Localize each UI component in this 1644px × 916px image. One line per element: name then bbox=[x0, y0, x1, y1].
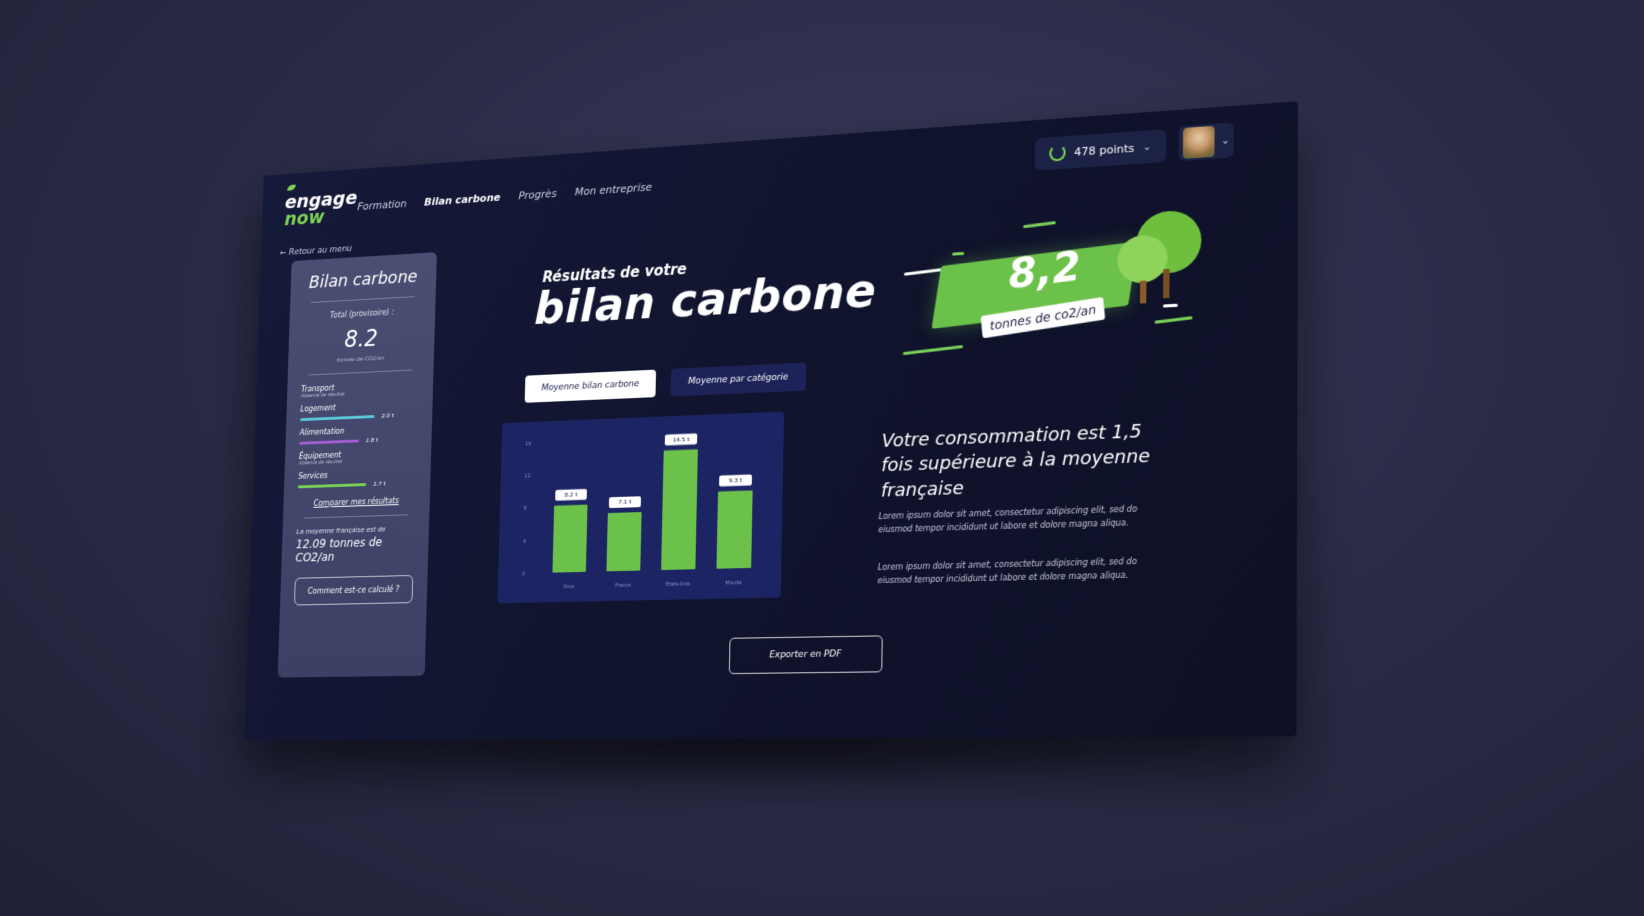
description-paragraph: Lorem ipsum dolor sit amet, consectetur … bbox=[877, 555, 1155, 588]
tree-trunk bbox=[1140, 281, 1146, 304]
total-label: Total (provisoire) : bbox=[303, 306, 421, 321]
category-value: 2.0 t bbox=[381, 412, 393, 419]
category-equipement: Équipement Absence de résultat bbox=[299, 448, 417, 467]
score-value: 8,2 bbox=[1007, 243, 1082, 299]
category-services: Services 1.7 t bbox=[298, 468, 417, 490]
category-logement: Logement 2.0 t bbox=[300, 400, 418, 423]
chart-tabs: Moyenne bilan carbone Moyenne par catégo… bbox=[525, 363, 806, 403]
tree-trunk bbox=[1163, 269, 1169, 298]
chart-bar bbox=[716, 490, 752, 568]
category-transport: Transport Absence de résultat bbox=[301, 380, 419, 400]
total-unit: tonnes de CO2/an bbox=[302, 353, 420, 365]
decor-dash bbox=[1163, 304, 1178, 308]
data-label: 8.2 t bbox=[565, 493, 579, 499]
tree-foliage bbox=[1117, 234, 1168, 284]
decor-dash bbox=[904, 268, 944, 276]
x-tick-label: Vous bbox=[563, 584, 575, 590]
tab-moyenne-bilan[interactable]: Moyenne bilan carbone bbox=[525, 370, 657, 403]
compare-results-link[interactable]: Comparer mes résultats bbox=[297, 496, 415, 508]
nav-item-progres[interactable]: Progrès bbox=[518, 187, 556, 202]
user-menu[interactable]: ⌄ bbox=[1179, 122, 1234, 161]
divider bbox=[304, 514, 408, 518]
chevron-down-icon: ⌄ bbox=[1221, 134, 1230, 146]
category-bar bbox=[300, 415, 374, 421]
average-value: 12.09 tonnes de CO2/an bbox=[295, 534, 414, 564]
x-tick-label: Monde bbox=[725, 580, 741, 586]
score-badge: 8,2 tonnes de co2/an bbox=[902, 198, 1254, 381]
chevron-down-icon: ⌄ bbox=[1143, 141, 1152, 153]
consumption-message: Votre consommation est 1,5 fois supérieu… bbox=[881, 418, 1179, 503]
tab-moyenne-categorie[interactable]: Moyenne par catégorie bbox=[671, 363, 806, 397]
main-nav: Formation Bilan carbone Progrès Mon entr… bbox=[357, 181, 652, 213]
back-link[interactable]: ← Retour au menu bbox=[280, 244, 352, 258]
chart-bar bbox=[606, 512, 641, 571]
points-label: 478 points bbox=[1074, 141, 1134, 158]
category-value: 1.8 t bbox=[366, 437, 378, 444]
description-paragraph: Lorem ipsum dolor sit amet, consectetur … bbox=[878, 503, 1155, 537]
avatar bbox=[1183, 126, 1215, 159]
category-value: 1.7 t bbox=[373, 481, 385, 488]
tree-icon bbox=[905, 198, 1255, 220]
chart-bar bbox=[661, 449, 698, 570]
y-tick-label: 12 bbox=[524, 474, 530, 480]
y-tick-label: 8 bbox=[524, 506, 527, 512]
category-bar bbox=[299, 440, 359, 445]
progress-ring-icon bbox=[1050, 144, 1067, 161]
data-label: 7.1 t bbox=[618, 500, 632, 506]
nav-item-formation[interactable]: Formation bbox=[357, 197, 407, 213]
data-label: 14.5 t bbox=[673, 437, 690, 444]
category-alimentation: Alimentation 1.8 t bbox=[299, 424, 417, 447]
points-dropdown[interactable]: 478 points ⌄ bbox=[1035, 129, 1166, 171]
y-tick-label: 4 bbox=[523, 539, 526, 545]
sidebar-title: Bilan carbone bbox=[304, 266, 422, 293]
chart-bar bbox=[552, 505, 587, 573]
x-tick-label: Etats-Unis bbox=[666, 581, 691, 588]
category-bar bbox=[298, 483, 366, 488]
decor-dash bbox=[952, 252, 964, 256]
data-label: 9.3 t bbox=[729, 478, 743, 485]
bar-chart: 0 4 8 12 16 8.2 t Vous 7.1 t France 14.5 t Etats-U… bbox=[497, 411, 784, 603]
bar-chart-card: 0 4 8 12 16 8.2 t Vous 7.1 t France 14.5 t Etats-U… bbox=[497, 411, 784, 603]
decor-dash bbox=[1154, 316, 1192, 324]
y-tick-label: 0 bbox=[522, 571, 525, 577]
y-tick-label: 16 bbox=[525, 441, 531, 447]
nav-item-mon-entreprise[interactable]: Mon entreprise bbox=[575, 181, 652, 199]
total-value: 8.2 bbox=[302, 322, 420, 355]
nav-item-bilan-carbone[interactable]: Bilan carbone bbox=[424, 191, 500, 208]
sidebar-summary: Bilan carbone Total (provisoire) : 8.2 t… bbox=[278, 252, 437, 677]
mockup-stage: engage now Formation Bilan carbone Progr… bbox=[0, 0, 1644, 916]
x-tick-label: France bbox=[615, 583, 631, 589]
app-screen: engage now Formation Bilan carbone Progr… bbox=[244, 101, 1298, 741]
how-calculated-button[interactable]: Comment est-ce calculé ? bbox=[294, 575, 413, 606]
logo[interactable]: engage now bbox=[284, 188, 357, 228]
category-name: Services bbox=[298, 468, 416, 481]
export-pdf-button[interactable]: Exporter en PDF bbox=[729, 635, 883, 674]
divider bbox=[311, 296, 414, 303]
divider bbox=[309, 370, 413, 376]
decor-dash bbox=[903, 345, 963, 355]
decor-dash bbox=[1023, 221, 1056, 228]
